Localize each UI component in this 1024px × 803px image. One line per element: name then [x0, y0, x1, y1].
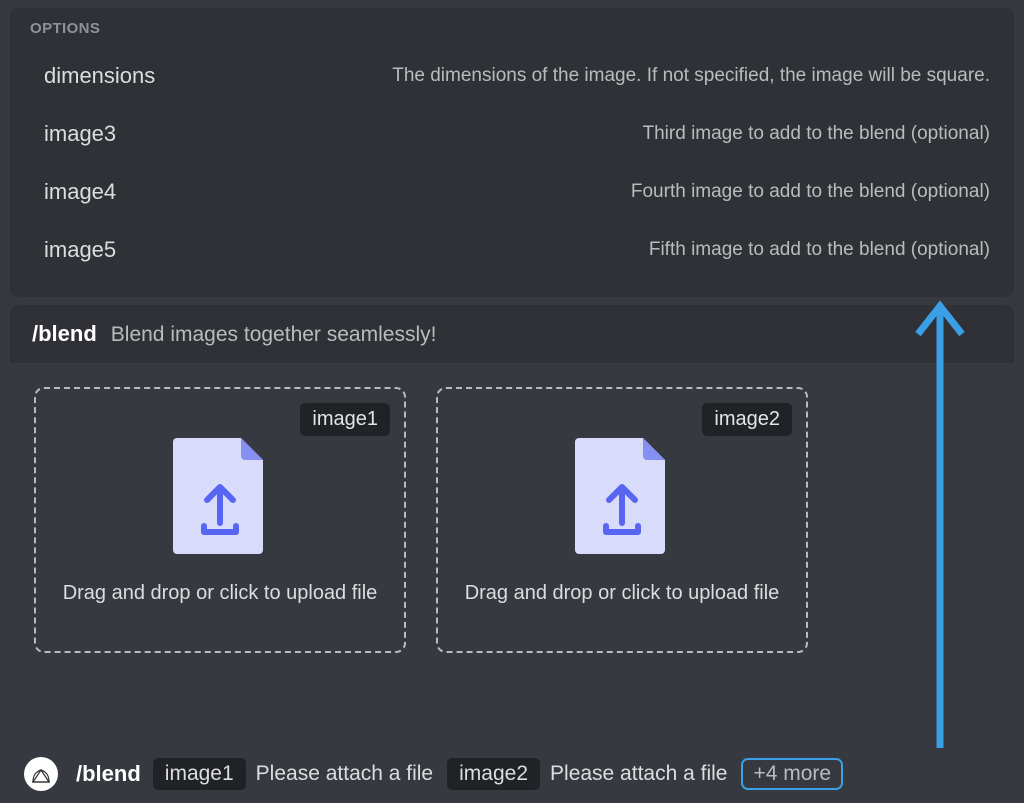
- param-prompt: Please attach a file: [256, 762, 433, 786]
- command-header: /blend Blend images together seamlessly!: [10, 305, 1014, 363]
- bot-avatar: [24, 757, 58, 791]
- option-name: dimensions: [44, 63, 155, 89]
- option-row-image3[interactable]: image3 Third image to add to the blend (…: [10, 105, 1014, 163]
- command-name: /blend: [32, 321, 97, 347]
- slash-command: /blend: [76, 761, 141, 787]
- option-desc: Fifth image to add to the blend (optiona…: [649, 239, 990, 261]
- options-title: OPTIONS: [10, 20, 1014, 47]
- option-row-image5[interactable]: image5 Fifth image to add to the blend (…: [10, 221, 1014, 279]
- upload-prompt: Drag and drop or click to upload file: [63, 579, 378, 608]
- upload-box-image2[interactable]: image2 Drag and drop or click to upload …: [436, 387, 808, 653]
- options-panel: OPTIONS dimensions The dimensions of the…: [10, 8, 1014, 297]
- upload-box-image1[interactable]: image1 Drag and drop or click to upload …: [34, 387, 406, 653]
- option-name: image3: [44, 121, 116, 147]
- option-row-image4[interactable]: image4 Fourth image to add to the blend …: [10, 163, 1014, 221]
- upload-file-icon: [575, 438, 669, 559]
- upload-file-icon: [173, 438, 267, 559]
- param-prompt: Please attach a file: [550, 762, 727, 786]
- option-desc: Third image to add to the blend (optiona…: [643, 123, 991, 145]
- more-options-chip[interactable]: +4 more: [741, 758, 843, 790]
- option-row-dimensions[interactable]: dimensions The dimensions of the image. …: [10, 47, 1014, 105]
- message-input-bar[interactable]: /blend image1 Please attach a file image…: [0, 745, 1024, 803]
- option-desc: Fourth image to add to the blend (option…: [631, 181, 990, 203]
- upload-area: image1 Drag and drop or click to upload …: [10, 363, 1014, 677]
- command-panel: /blend Blend images together seamlessly!: [10, 305, 1014, 363]
- command-desc: Blend images together seamlessly!: [111, 323, 437, 347]
- param-chip-image2[interactable]: image2: [447, 758, 540, 790]
- upload-prompt: Drag and drop or click to upload file: [465, 579, 780, 608]
- option-name: image4: [44, 179, 116, 205]
- option-desc: The dimensions of the image. If not spec…: [392, 65, 990, 87]
- option-name: image5: [44, 237, 116, 263]
- upload-badge: image2: [702, 403, 792, 436]
- param-chip-image1[interactable]: image1: [153, 758, 246, 790]
- upload-badge: image1: [300, 403, 390, 436]
